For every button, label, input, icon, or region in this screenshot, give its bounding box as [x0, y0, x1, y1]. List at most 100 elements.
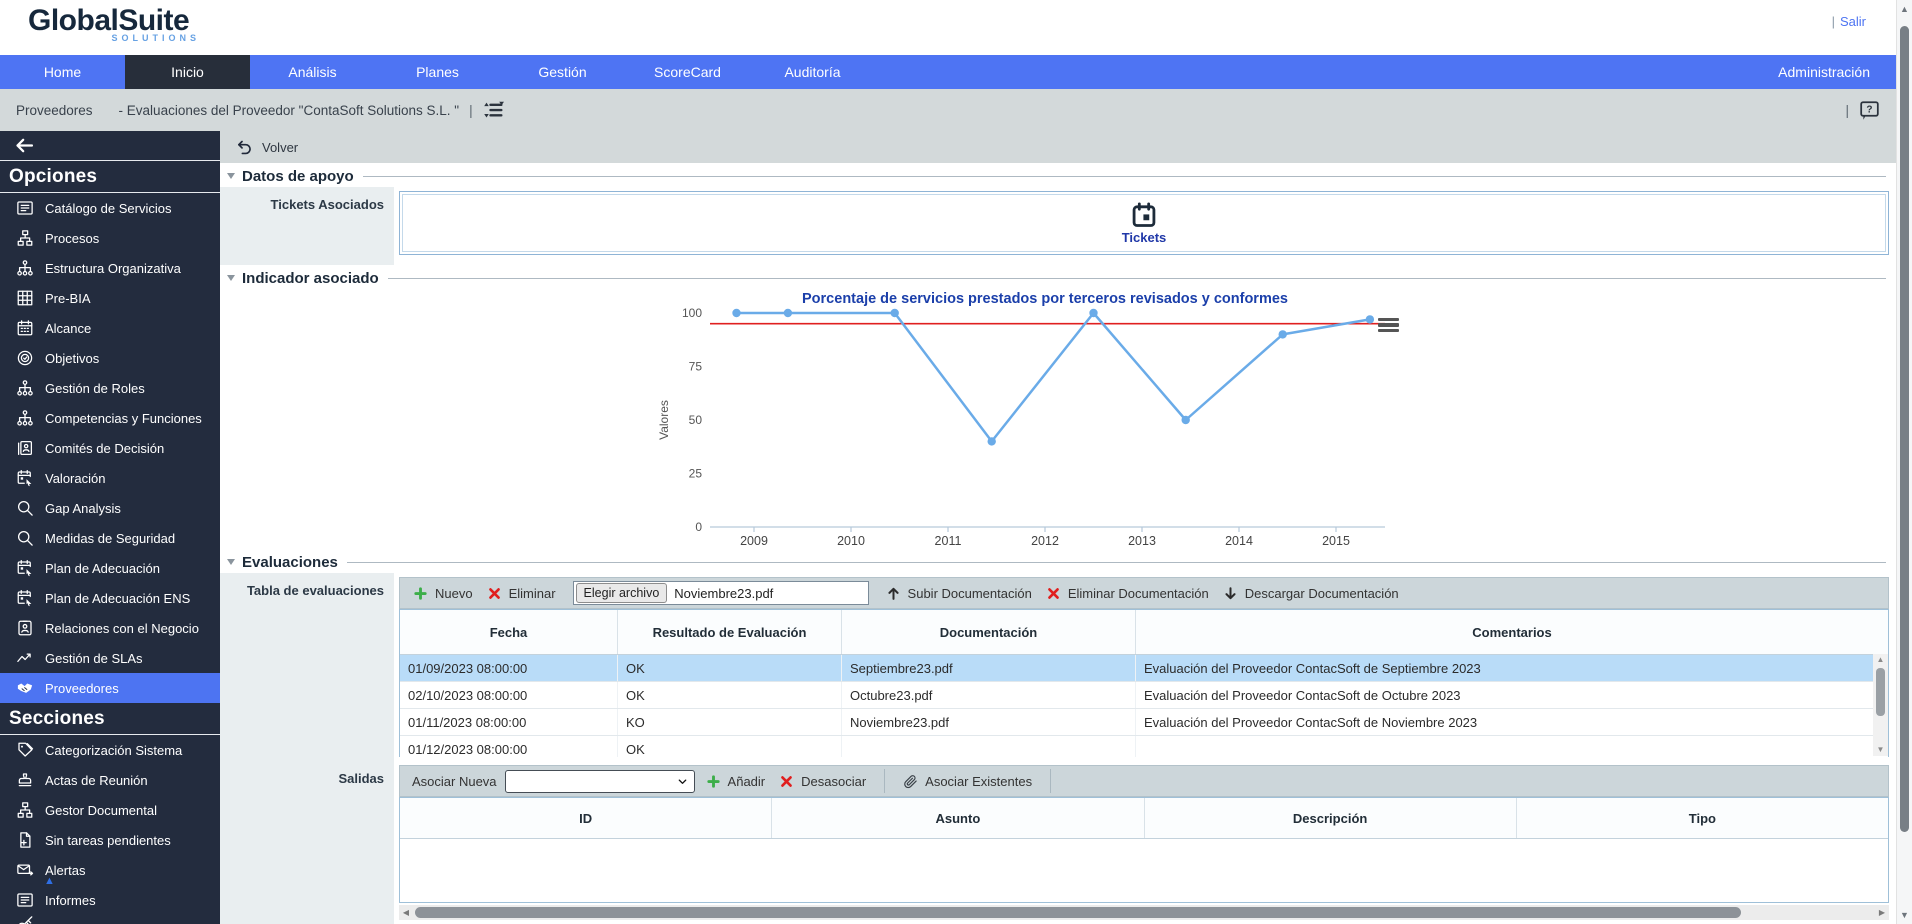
- collapse-icon[interactable]: [227, 275, 235, 281]
- sidebar-item-alertas[interactable]: Alertas: [0, 855, 220, 885]
- tab-scorecard[interactable]: ScoreCard: [625, 55, 750, 89]
- calendar-cursor-icon: [16, 589, 34, 607]
- svg-text:100: 100: [682, 306, 702, 320]
- app-logo[interactable]: GlobalSuite SOLUTIONS: [28, 5, 200, 44]
- tab-gestion[interactable]: Gestión: [500, 55, 625, 89]
- tickets-field[interactable]: Tickets: [399, 191, 1889, 255]
- sidebar-item-alcance[interactable]: Alcance: [0, 313, 220, 343]
- file-input[interactable]: Elegir archivo Noviembre23.pdf: [572, 581, 869, 605]
- trend-icon: [16, 649, 34, 667]
- sidebar-item-gestor-documental[interactable]: Gestor Documental: [0, 795, 220, 825]
- sidebar-item-label: Informes: [45, 892, 96, 908]
- collapse-icon[interactable]: [227, 559, 235, 565]
- orgchart-icon: [16, 801, 34, 819]
- salidas-select[interactable]: [504, 769, 695, 793]
- help-icon[interactable]: ?: [1859, 100, 1880, 121]
- section-divider: [387, 277, 1886, 279]
- logout-link[interactable]: Salir: [1840, 14, 1866, 29]
- chart-menu-icon[interactable]: [1378, 315, 1399, 335]
- sidebar-item-plan-de-adecuacion-ens[interactable]: Plan de Adecuación ENS: [0, 583, 220, 613]
- list-menu-icon[interactable]: [483, 100, 504, 121]
- tab-auditoria[interactable]: Auditoría: [750, 55, 875, 89]
- scroll-up-arrow[interactable]: ▲: [1877, 654, 1885, 666]
- sidebar-item-relaciones-con-el-negocio[interactable]: Relaciones con el Negocio: [0, 613, 220, 643]
- tickets-link[interactable]: Tickets: [1122, 230, 1167, 245]
- table-cell: Evaluación del Proveedor ContacSoft de N…: [1144, 714, 1478, 730]
- table-cell: 01/09/2023 08:00:00: [400, 655, 618, 681]
- choose-file-button[interactable]: Elegir archivo: [575, 583, 668, 603]
- sidebar-item-competencias-y-funciones[interactable]: Competencias y Funciones: [0, 403, 220, 433]
- table-cell: [842, 736, 1136, 757]
- new-button[interactable]: Nuevo: [408, 586, 478, 601]
- sidebar: Opciones Catálogo de Servicios Procesos Es…: [0, 131, 220, 924]
- disassociate-button[interactable]: Desasociar: [774, 774, 871, 789]
- back-toolbar: Volver: [220, 131, 1896, 163]
- section-title: Indicador asociado: [242, 269, 379, 287]
- scroll-right-arrow[interactable]: ▶: [1875, 908, 1889, 917]
- page-scroll-thumb[interactable]: [1900, 26, 1909, 832]
- volver-button[interactable]: Volver: [236, 139, 298, 156]
- sidebar-item-label: Valoración: [45, 470, 106, 486]
- breadcrumb-section[interactable]: Proveedores: [16, 103, 93, 118]
- column-header-id: ID: [400, 798, 773, 838]
- paperclip-icon: [903, 774, 918, 789]
- sidebar-collapse-button[interactable]: [0, 131, 220, 161]
- sidebar-item-comites-de-decision[interactable]: Comités de Decisión: [0, 433, 220, 463]
- collapse-icon[interactable]: [227, 173, 235, 179]
- breadcrumb-separator: |: [469, 102, 473, 118]
- sidebar-item-pre-bia[interactable]: Pre-BIA: [0, 283, 220, 313]
- data-point: [732, 308, 741, 318]
- sidebar-item-informes[interactable]: Informes: [0, 885, 220, 915]
- sidebar-item-medidas-de-seguridad[interactable]: Medidas de Seguridad: [0, 523, 220, 553]
- table-cell: Evaluación del Proveedor ContacSoft de S…: [1144, 660, 1481, 676]
- page-scroll-down-arrow[interactable]: ▼: [1897, 910, 1912, 920]
- delete-doc-button[interactable]: Eliminar Documentación: [1041, 586, 1214, 601]
- sidebar-item-objetivos[interactable]: Objetivos: [0, 343, 220, 373]
- tab-planes[interactable]: Planes: [375, 55, 500, 89]
- sidebar-item-gap-analysis[interactable]: Gap Analysis: [0, 493, 220, 523]
- column-header-fecha: Fecha: [400, 610, 618, 654]
- download-doc-button[interactable]: Descargar Documentación: [1218, 586, 1404, 601]
- add-button[interactable]: Añadir: [701, 774, 771, 789]
- tab-analisis[interactable]: Análisis: [250, 55, 375, 89]
- sidebar-item-partial[interactable]: [16, 915, 34, 924]
- sidebar-title-secciones: Secciones: [0, 703, 220, 735]
- scroll-thumb[interactable]: [1876, 668, 1885, 716]
- sidebar-item-plan-de-adecuacion[interactable]: Plan de Adecuación: [0, 553, 220, 583]
- upload-doc-button[interactable]: Subir Documentación: [881, 586, 1037, 601]
- table-row[interactable]: 01/09/2023 08:00:00 OK Septiembre23.pdf Eva…: [400, 655, 1888, 682]
- scroll-left-arrow[interactable]: ◀: [399, 908, 413, 917]
- sidebar-item-gestion-de-roles[interactable]: Gestión de Roles: [0, 373, 220, 403]
- table-row[interactable]: 02/10/2023 08:00:00 OK Octubre23.pdf Evalua…: [400, 682, 1888, 709]
- horizontal-scrollbar[interactable]: ◀ ▶: [399, 905, 1889, 920]
- sidebar-item-categorizacion-sistema[interactable]: Categorización Sistema: [0, 735, 220, 765]
- evaluations-table-scrollbar[interactable]: ▲ ▼: [1873, 654, 1888, 756]
- table-row[interactable]: 01/12/2023 08:00:00 OK: [400, 736, 1888, 757]
- tab-inicio[interactable]: Inicio: [125, 55, 250, 89]
- sidebar-item-valoracion[interactable]: Valoración: [0, 463, 220, 493]
- sidebar-item-label: Gap Analysis: [45, 500, 121, 516]
- sidebar-item-catalogo-de-servicios[interactable]: Catálogo de Servicios: [0, 193, 220, 223]
- table-row[interactable]: 01/11/2023 08:00:00 KO Noviembre23.pdf Eval…: [400, 709, 1888, 736]
- sidebar-item-actas-de-reunion[interactable]: Actas de Reunión: [0, 765, 220, 795]
- associate-existing-button[interactable]: Asociar Existentes: [898, 774, 1037, 789]
- page-scroll-up-arrow[interactable]: ▲: [1897, 4, 1912, 14]
- sidebar-item-procesos[interactable]: Procesos: [0, 223, 220, 253]
- undo-icon: [236, 139, 253, 156]
- sidebar-item-gestion-de-slas[interactable]: Gestión de SLAs: [0, 643, 220, 673]
- page-scrollbar[interactable]: ▲ ▼: [1896, 0, 1912, 924]
- sidebar-item-label: Medidas de Seguridad: [45, 530, 176, 546]
- tickets-field-area: Tickets: [394, 187, 1896, 265]
- tab-home[interactable]: Home: [0, 55, 125, 89]
- tab-administracion[interactable]: Administración: [1752, 55, 1896, 89]
- sidebar-item-proveedores[interactable]: Proveedores: [0, 673, 220, 703]
- sidebar-item-sin-tareas-pendientes[interactable]: Sin tareas pendientes: [0, 825, 220, 855]
- scroll-down-arrow[interactable]: ▼: [1877, 744, 1885, 756]
- cross-icon: [487, 586, 502, 601]
- tickets-calendar-icon[interactable]: [1130, 201, 1158, 229]
- delete-button[interactable]: Eliminar: [482, 586, 561, 601]
- sidebar-item-estructura-organizativa[interactable]: Estructura Organizativa: [0, 253, 220, 283]
- section-divider: [362, 175, 1886, 177]
- horizontal-scroll-thumb[interactable]: [415, 907, 1741, 918]
- sidebar-item-label: Plan de Adecuación ENS: [45, 590, 191, 606]
